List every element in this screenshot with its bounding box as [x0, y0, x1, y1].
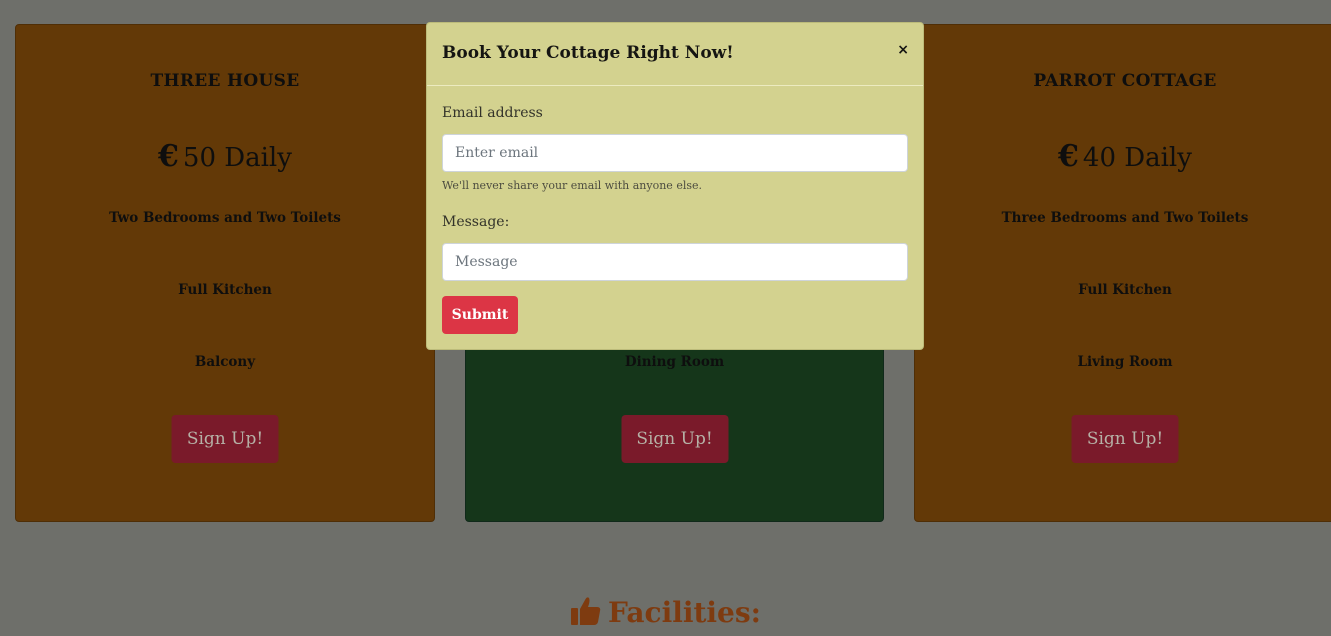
thumbs-up-icon: [570, 594, 602, 633]
price-text: 40 Daily: [1082, 143, 1192, 173]
feature-item: Dining Room: [624, 354, 725, 370]
close-icon[interactable]: ×: [897, 42, 909, 58]
pricing-card-three-house: THREE HOUSE €50 Daily Two Bedrooms and T…: [15, 24, 435, 522]
card-title: THREE HOUSE: [150, 71, 300, 91]
feature-item: Full Kitchen: [178, 282, 272, 298]
feature-item: Full Kitchen: [1078, 282, 1172, 298]
card-price: €40 Daily: [915, 139, 1331, 174]
sign-up-button[interactable]: Sign Up!: [1071, 415, 1179, 463]
card-price: €50 Daily: [16, 139, 434, 174]
euro-icon: €: [158, 139, 179, 174]
facilities-heading-text: Facilities:: [608, 596, 761, 629]
facilities-heading: Facilities:: [0, 594, 1331, 633]
feature-item: Living Room: [1077, 354, 1173, 370]
message-label: Message:: [442, 214, 510, 230]
submit-button[interactable]: Submit: [442, 296, 518, 334]
feature-item: Three Bedrooms and Two Toilets: [1001, 210, 1249, 226]
euro-icon: €: [1058, 139, 1079, 174]
feature-item: Two Bedrooms and Two Toilets: [109, 210, 341, 226]
feature-item: Balcony: [194, 354, 256, 370]
pricing-card-parrot-cottage: PARROT COTTAGE €40 Daily Three Bedrooms …: [914, 24, 1331, 522]
message-field[interactable]: [442, 243, 908, 281]
card-title: PARROT COTTAGE: [1033, 71, 1217, 91]
sign-up-button[interactable]: Sign Up!: [171, 415, 279, 463]
modal-header: Book Your Cottage Right Now! ×: [427, 23, 923, 86]
email-help-text: We'll never share your email with anyone…: [442, 179, 702, 192]
sign-up-button[interactable]: Sign Up!: [621, 415, 728, 463]
booking-modal: Book Your Cottage Right Now! × Email add…: [426, 22, 924, 350]
modal-title: Book Your Cottage Right Now!: [442, 43, 734, 63]
email-label: Email address: [442, 105, 543, 121]
email-field[interactable]: [442, 134, 908, 172]
price-text: 50 Daily: [182, 143, 292, 173]
